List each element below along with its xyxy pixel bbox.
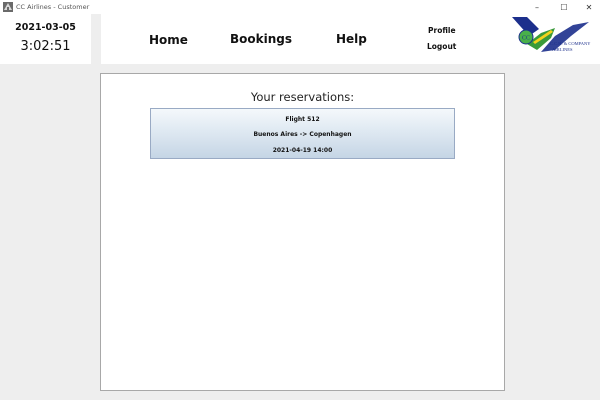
- logo-airlines-word: AIRLINES: [552, 47, 573, 52]
- current-time: 3:02:51: [20, 39, 71, 54]
- title-bar[interactable]: CC Airlines - Customer – ☐ ✕: [0, 0, 600, 14]
- window-title: CC Airlines - Customer: [16, 3, 90, 11]
- current-date: 2021-03-05: [15, 22, 76, 33]
- reservations-panel: Your reservations: Flight 512 Buenos Air…: [100, 73, 505, 391]
- logout-link[interactable]: Logout: [427, 42, 456, 51]
- airline-logo: CC C.C.H. & COMPANY AIRLINES: [511, 16, 595, 56]
- app-window: CC Airlines - Customer – ☐ ✕ 2021-03-05 …: [0, 0, 600, 400]
- reservation-route: Buenos Aires -> Copenhagen: [253, 131, 352, 138]
- reservations-heading: Your reservations:: [250, 90, 355, 104]
- airline-app-icon: [3, 2, 13, 12]
- clock-panel: 2021-03-05 3:02:51: [0, 14, 91, 64]
- close-icon[interactable]: ✕: [577, 0, 600, 14]
- nav-home-link[interactable]: Home: [149, 33, 188, 47]
- navigation-bar: Home Bookings Help Profile Logout CC C.C…: [101, 14, 600, 64]
- profile-link[interactable]: Profile: [428, 26, 456, 35]
- maximize-icon[interactable]: ☐: [552, 0, 576, 14]
- reservation-datetime: 2021-04-19 14:00: [272, 147, 333, 154]
- logo-badge-text: CC: [522, 36, 530, 42]
- nav-help-link[interactable]: Help: [336, 32, 367, 46]
- minimize-icon[interactable]: –: [525, 0, 549, 14]
- reservation-flight: Flight 512: [285, 116, 320, 123]
- reservation-card[interactable]: Flight 512 Buenos Aires -> Copenhagen 20…: [150, 108, 455, 159]
- nav-bookings-link[interactable]: Bookings: [230, 32, 292, 46]
- logo-company-name: C.C.H. & COMPANY: [550, 41, 591, 46]
